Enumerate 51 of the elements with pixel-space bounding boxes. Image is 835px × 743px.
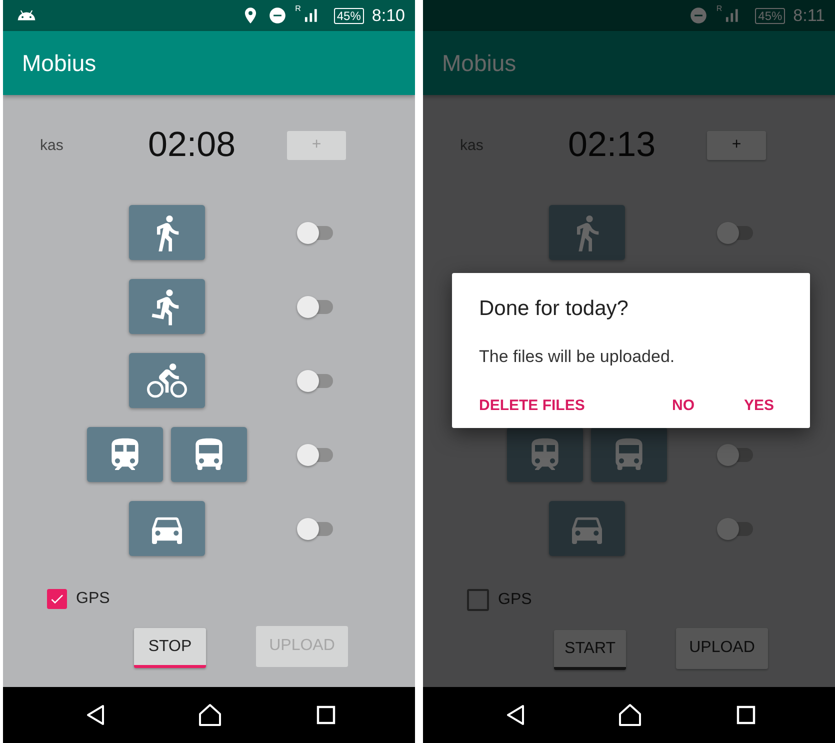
toggle-switch[interactable]: [297, 518, 335, 540]
toggle-switch[interactable]: [717, 444, 755, 466]
dialog-message: The files will be uploaded.: [479, 347, 676, 367]
toggle-switch[interactable]: [297, 296, 335, 318]
clock-time: 8:11: [793, 6, 825, 26]
home-icon[interactable]: [618, 703, 642, 727]
train-button[interactable]: [87, 427, 163, 482]
bicycle-rider-icon: [147, 360, 187, 400]
timer-display: 02:13: [568, 125, 657, 165]
dialog-action[interactable]: NO: [672, 397, 744, 414]
do-not-disturb-icon: [689, 6, 708, 25]
train-button[interactable]: [507, 427, 583, 482]
bus-button[interactable]: [591, 427, 667, 482]
back-icon[interactable]: [505, 704, 527, 726]
app-title: Mobius: [442, 50, 516, 76]
toggle-switch[interactable]: [717, 222, 755, 244]
car-button[interactable]: [129, 501, 205, 556]
home-icon[interactable]: [198, 703, 222, 727]
clock-time: 8:10: [372, 6, 405, 26]
car-button[interactable]: [549, 501, 625, 556]
toggle-switch[interactable]: [297, 370, 335, 392]
add-button[interactable]: +: [707, 130, 766, 160]
dialog-title: Done for today?: [479, 297, 630, 321]
gps-label: GPS: [498, 591, 532, 609]
recents-icon[interactable]: [736, 705, 756, 725]
walking-button[interactable]: [549, 205, 625, 260]
app-title: Mobius: [22, 50, 96, 76]
bus-button[interactable]: [171, 427, 247, 482]
cycling-button[interactable]: [129, 353, 205, 408]
toggle-switch[interactable]: [717, 518, 755, 540]
start-stop-button[interactable]: STOP: [134, 628, 206, 668]
recents-icon[interactable]: [316, 705, 336, 725]
roaming-indicator: R: [295, 4, 301, 12]
gps-checkbox[interactable]: [467, 589, 489, 611]
back-icon[interactable]: [85, 704, 107, 726]
timer-display: 02:08: [148, 125, 237, 165]
name-label: kas: [40, 136, 64, 154]
roaming-indicator: R: [716, 4, 722, 12]
toggle-switch[interactable]: [297, 222, 335, 244]
gps-checkbox[interactable]: [47, 589, 67, 609]
toggle-switch[interactable]: [297, 444, 335, 466]
dialog-action[interactable]: YES: [744, 397, 784, 414]
dialog-action[interactable]: DELETE FILES: [479, 397, 672, 414]
running-button[interactable]: [129, 279, 205, 334]
walking-button[interactable]: [129, 205, 205, 260]
battery-level: 45%: [334, 8, 364, 24]
upload-button[interactable]: UPLOAD: [676, 628, 768, 668]
start-stop-button[interactable]: START: [554, 630, 626, 670]
battery-level: 45%: [755, 8, 786, 24]
gps-label: GPS: [76, 590, 110, 608]
do-not-disturb-icon: [268, 6, 288, 25]
